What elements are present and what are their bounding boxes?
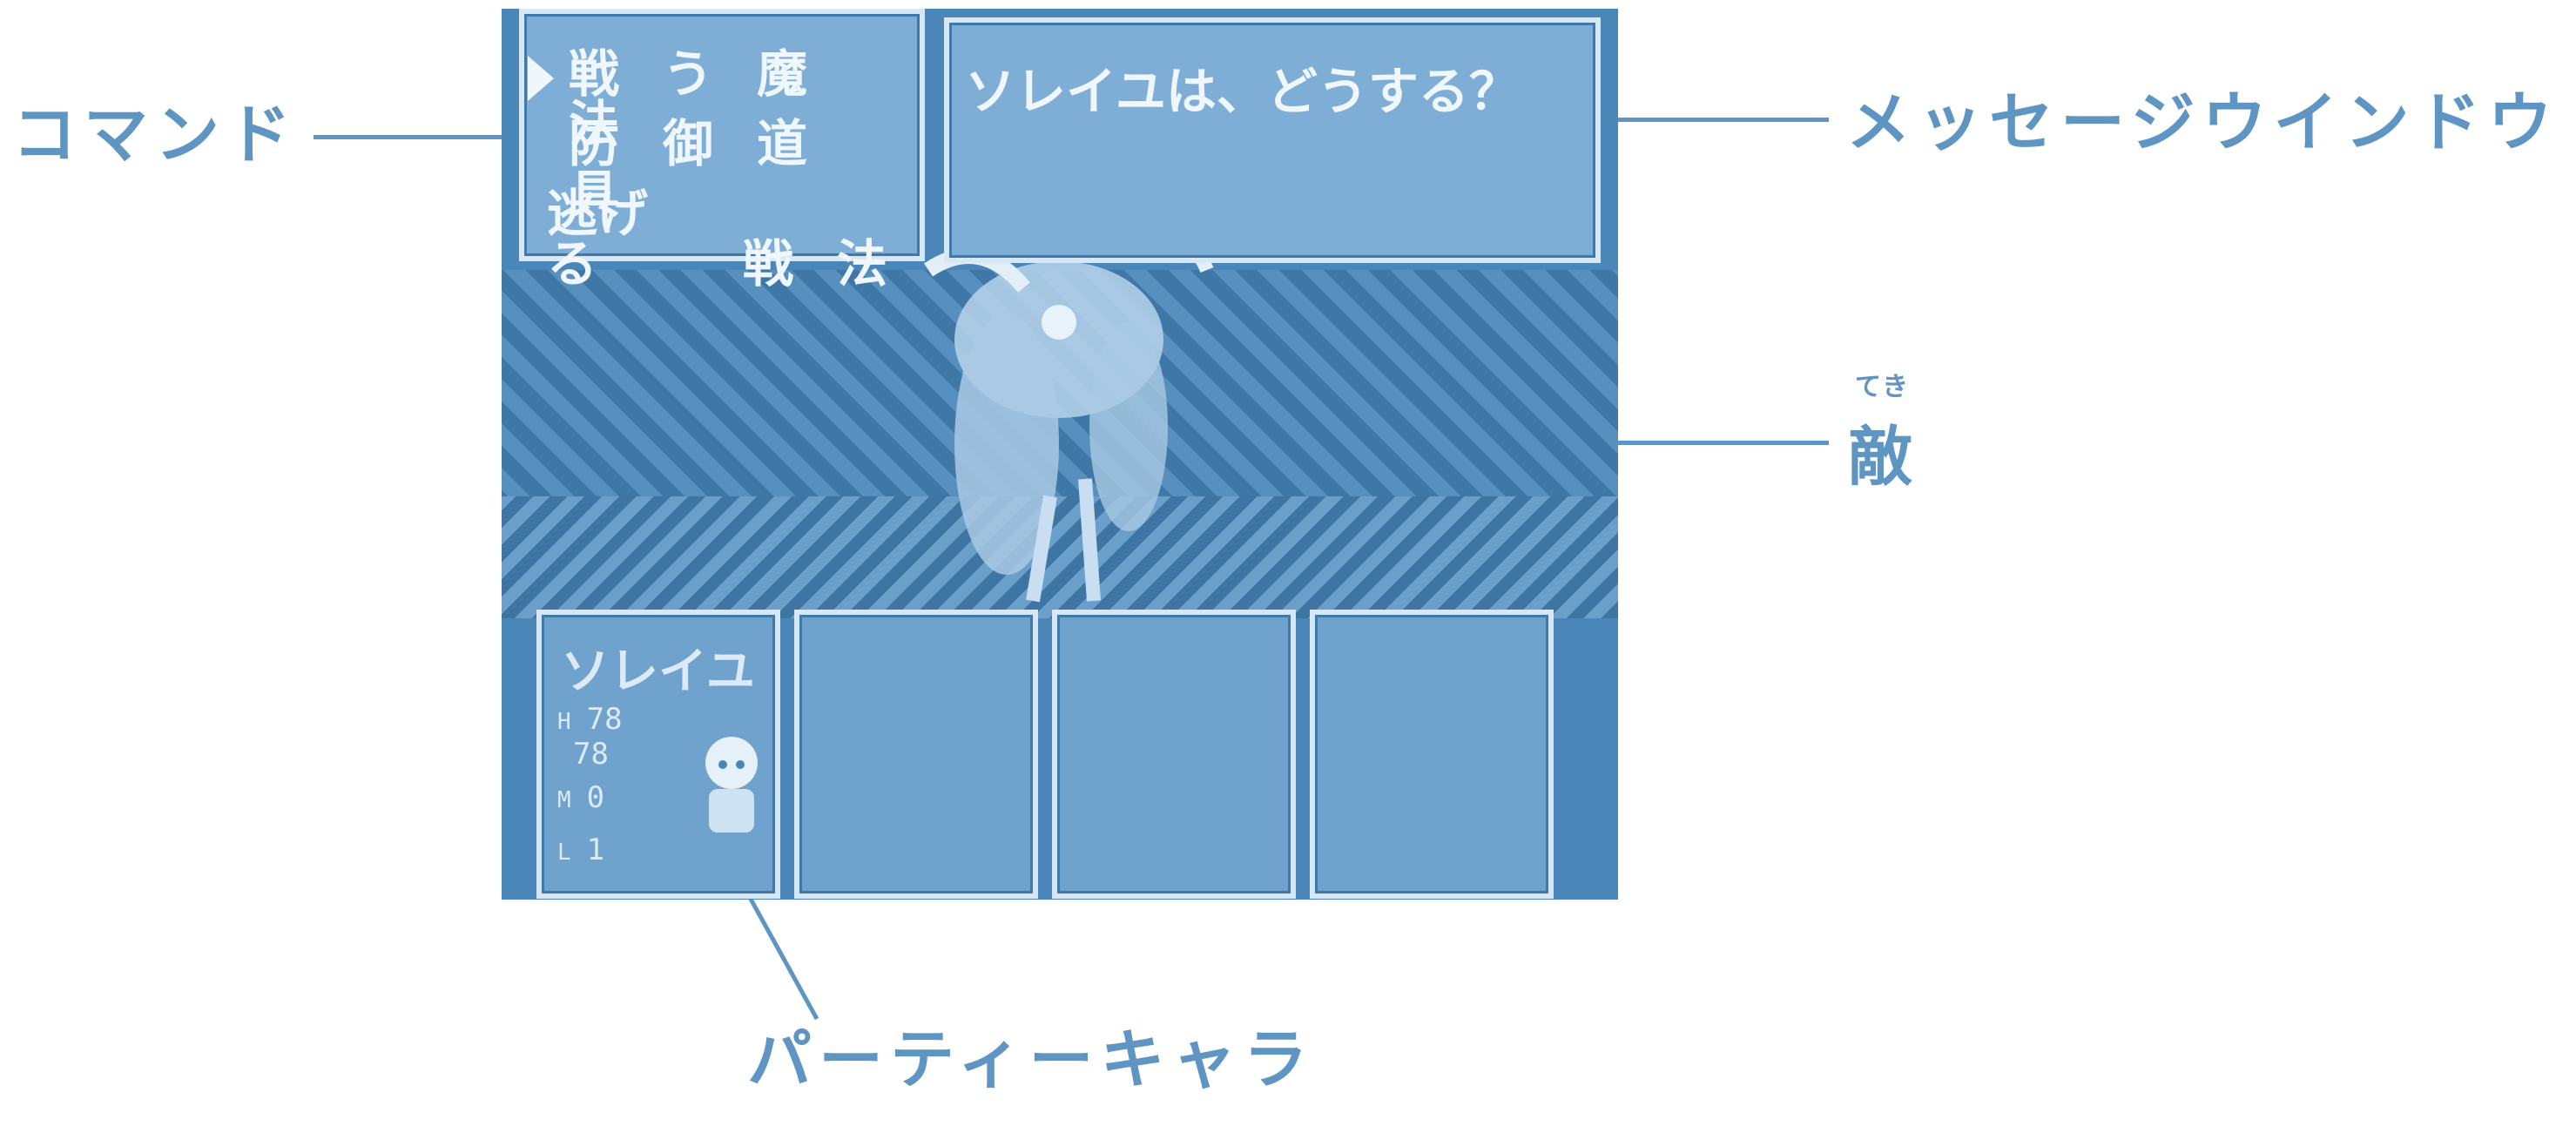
party-member-stat-row: H 78 [557,702,623,737]
command-defend[interactable]: 防 [547,118,641,169]
party-slot-3[interactable] [1052,610,1296,899]
command-item[interactable]: 道 [735,118,829,169]
command-row-3: 逃げる戦法 [547,188,909,289]
party-member-name: ソレイユ [561,644,755,700]
command-defend-2[interactable]: 御 [641,118,735,169]
command-tactics-2[interactable]: 法 [815,239,909,289]
party-chara-callout-label: パーティーキャラ [747,1022,1315,1097]
command-fight-kana[interactable]: う [641,49,735,99]
command-flee[interactable]: 逃げる [547,188,686,289]
message-window-callout-label: メッセージウインドウ [1846,85,2559,160]
party-member-stat-row: M0 [557,780,605,815]
command-window: 戦う魔法 防御道具 逃げる戦法 [519,9,925,289]
battle-screen: 戦う魔法 防御道具 逃げる戦法 ソレイユは、どうする？ ソレイユ H 78 78 … [502,9,1618,900]
enemy-callout-ruby: てき [1855,372,1911,402]
message-text: ソレイユは、どうする？ [965,62,1520,121]
command-tactics[interactable]: 戦 [721,239,815,289]
command-fight[interactable]: 戦 [547,49,641,99]
enemy-sprite[interactable] [876,218,1224,610]
party-slot-4[interactable] [1310,610,1554,899]
party-slot-2[interactable] [794,610,1038,899]
party-member-portrait [705,737,758,833]
message-window: ソレイユは、どうする？ [944,17,1601,263]
command-callout-label: コマンド [12,98,298,172]
party-member-stat-row: 78 [573,737,609,772]
party-slot-1[interactable]: ソレイユ H 78 78 M0 L1 [536,610,780,899]
command-magic[interactable]: 魔 [735,49,829,99]
enemy-callout-label: 敵 [1848,420,1919,495]
party-member-stat-row: L1 [557,833,605,867]
